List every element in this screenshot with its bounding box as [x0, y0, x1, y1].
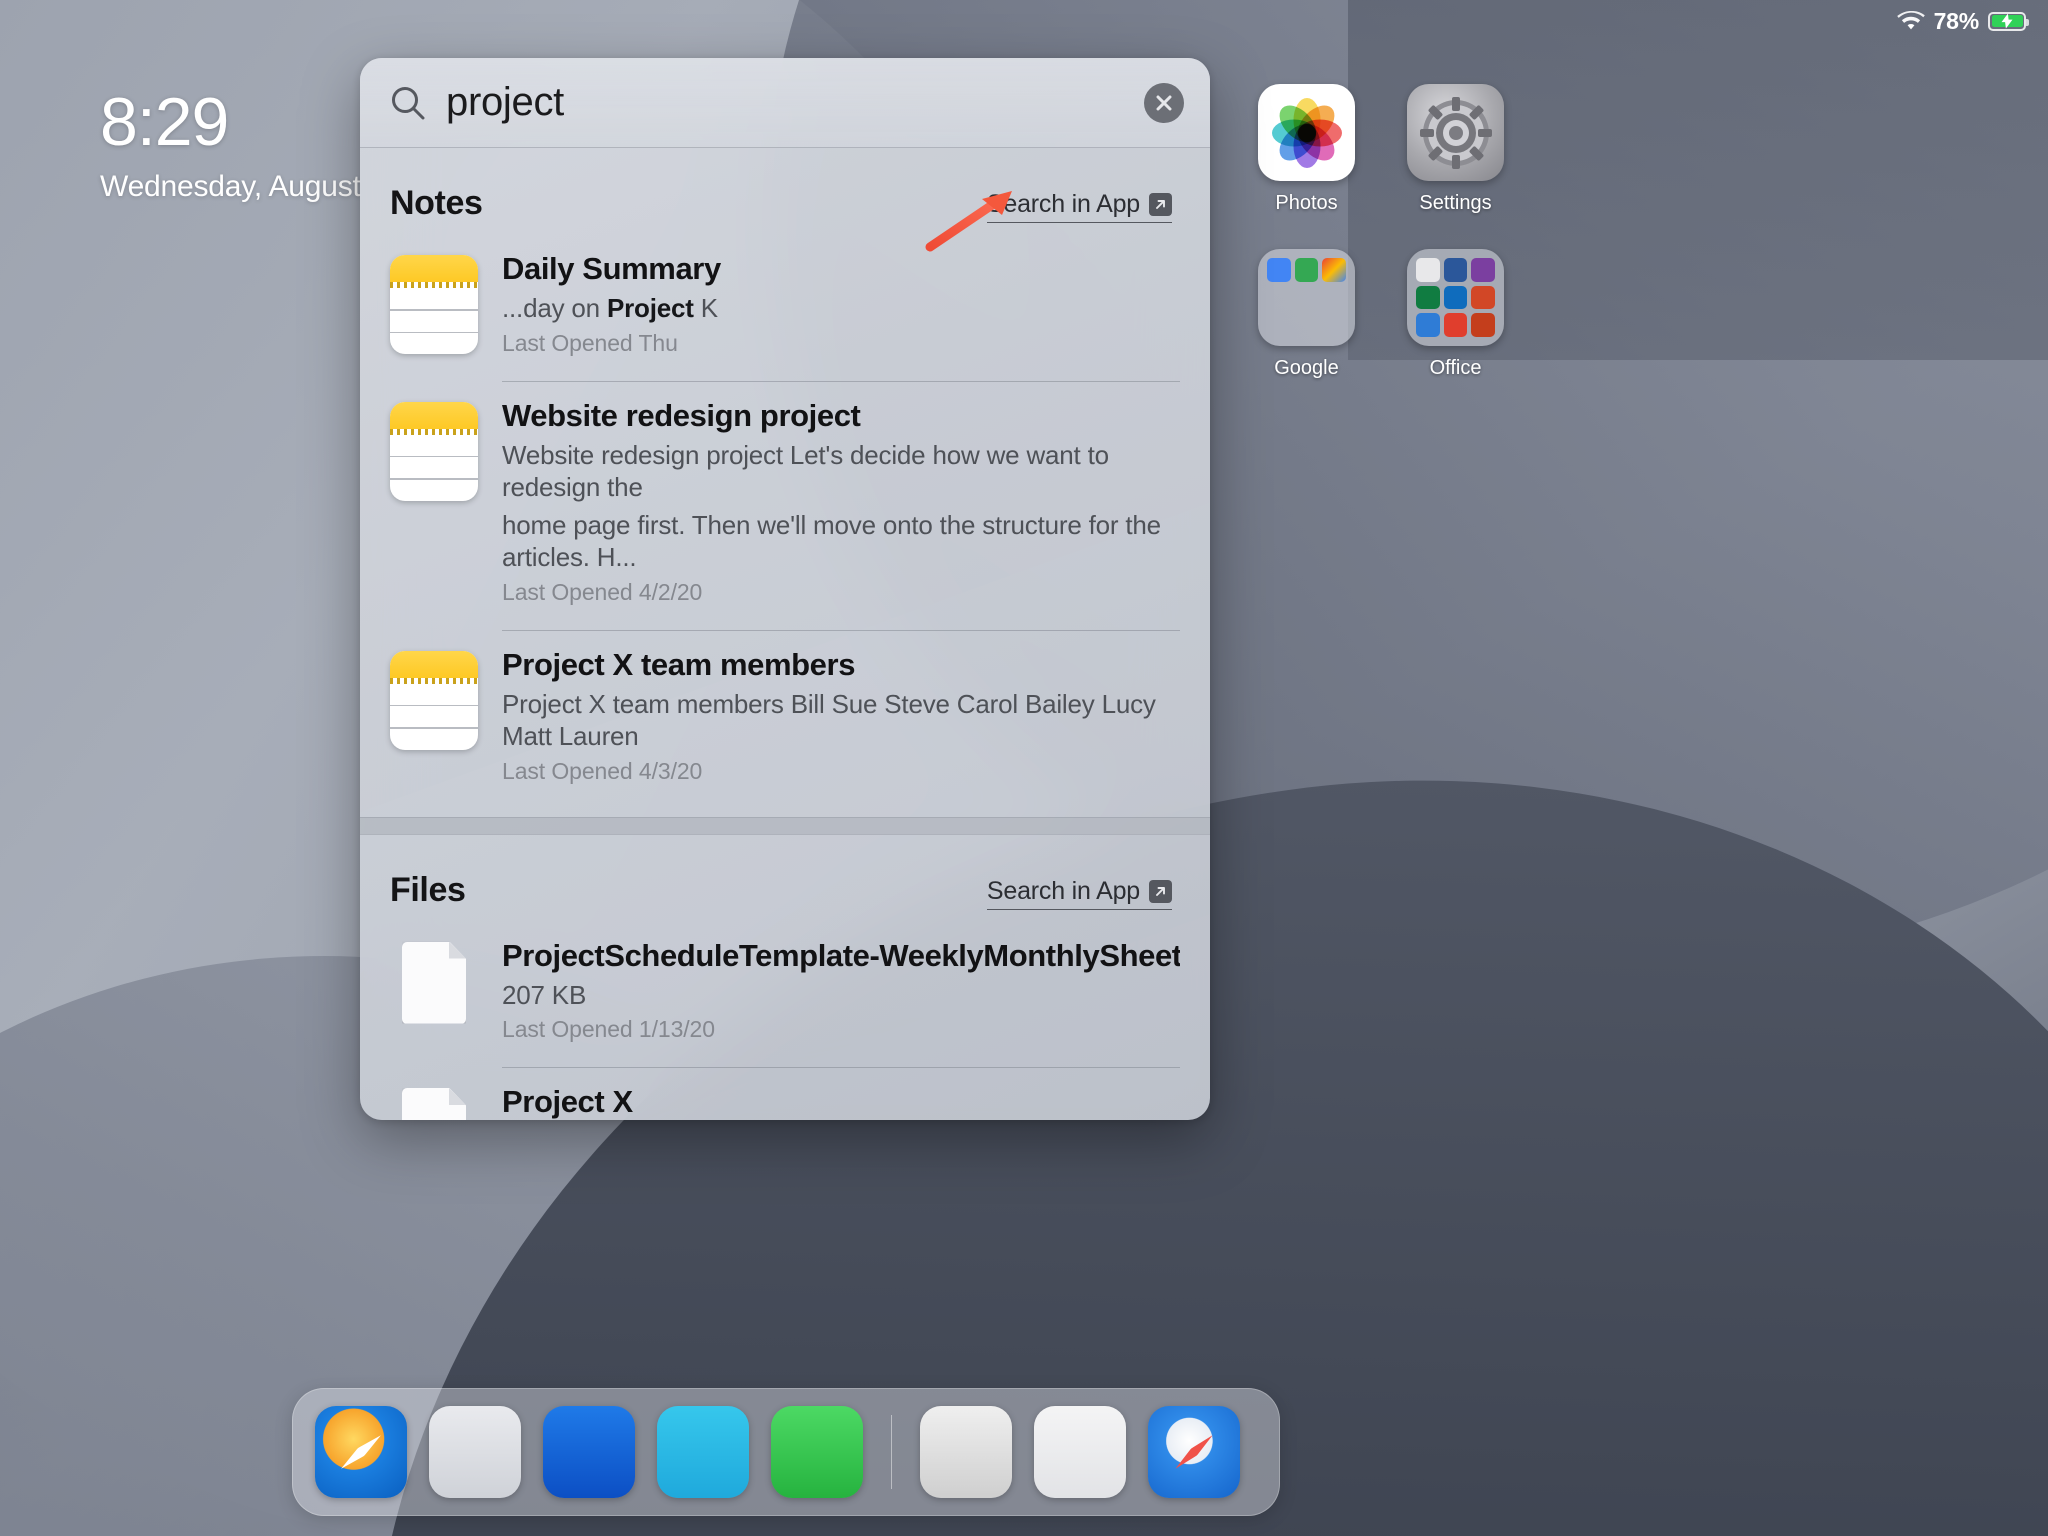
- wifi-icon: [1896, 10, 1925, 29]
- dock: [292, 1388, 1280, 1516]
- clear-search-button[interactable]: [1144, 82, 1184, 123]
- battery-charging-icon: [1988, 11, 2029, 31]
- home-app-grid: Photos Settings Google Office: [1258, 84, 1504, 414]
- app-label: Settings: [1419, 192, 1492, 214]
- app-folder-office[interactable]: Office: [1407, 249, 1504, 380]
- result-row-file-project-x[interactable]: Project X 30 KB Last Opened 8/19/19: [360, 1076, 1210, 1120]
- office-folder-icon: [1407, 249, 1504, 346]
- photos-icon: [1258, 84, 1355, 181]
- notes-app-icon: [390, 647, 478, 809]
- result-snippet: ...day on Project K: [502, 292, 1180, 325]
- app-photos[interactable]: Photos: [1258, 84, 1355, 215]
- dock-divider: [891, 1415, 892, 1489]
- app-row-2: Google Office: [1258, 249, 1504, 380]
- app-settings[interactable]: Settings: [1407, 84, 1504, 215]
- snippet-prefix: ...day on: [502, 293, 607, 323]
- search-bar[interactable]: project: [360, 58, 1210, 148]
- search-in-app-label: Search in App: [986, 190, 1140, 218]
- app-row-1: Photos Settings: [1258, 84, 1504, 215]
- clock-widget: 8:29 Wednesday, August: [100, 88, 361, 204]
- result-title: Project X: [502, 1084, 633, 1119]
- section-header-files: Files Search in App: [360, 835, 1210, 930]
- music-dock-icon[interactable]: [920, 1406, 1012, 1498]
- google-folder-icon: [1258, 249, 1355, 346]
- external-link-icon: [1149, 879, 1172, 903]
- section-divider: [360, 816, 1210, 835]
- result-title: Daily Summary: [502, 251, 721, 286]
- search-in-app-files-button[interactable]: Search in App: [986, 876, 1172, 910]
- clock-date: Wednesday, August: [100, 170, 361, 203]
- safari-dock-icon[interactable]: [315, 1406, 407, 1498]
- clear-circle-icon: [1156, 95, 1172, 110]
- notes-app-icon: [390, 398, 478, 631]
- result-title: Website redesign project: [502, 397, 861, 433]
- result-snippet-line-2: home page first. Then we'll move onto th…: [502, 509, 1161, 573]
- section-header-notes: Notes Search in App: [360, 148, 1210, 243]
- search-icon: [392, 86, 425, 119]
- spotlight-search-panel: project Notes Search in App Daily Summar…: [360, 58, 1210, 1120]
- file-document-icon: [390, 1084, 478, 1120]
- search-in-app-label: Search in App: [986, 876, 1140, 905]
- app-label: Office: [1429, 357, 1482, 379]
- battery-percent-label: 78%: [1933, 7, 1980, 34]
- section-title: Files: [390, 870, 466, 909]
- app-label: Photos: [1275, 192, 1338, 214]
- result-snippet-line-1: Website redesign project Let's decide ho…: [502, 439, 1109, 503]
- safari-right-dock-icon[interactable]: [1148, 1406, 1240, 1498]
- notes-app-icon: [390, 251, 478, 382]
- search-in-app-notes-button[interactable]: Search in App: [986, 190, 1172, 223]
- search-input[interactable]: project: [390, 80, 1144, 125]
- result-row-note-daily-summary[interactable]: Daily Summary ...day on Project K Last O…: [360, 243, 1210, 390]
- result-row-note-website-redesign[interactable]: Website redesign project Website redesig…: [360, 390, 1210, 639]
- facetime-dock-icon[interactable]: [771, 1406, 863, 1498]
- messages-dock-icon[interactable]: [657, 1406, 749, 1498]
- snippet-suffix: K: [693, 293, 718, 323]
- status-bar: 78%: [1896, 0, 2048, 42]
- app-label: Google: [1274, 357, 1339, 379]
- search-results-list[interactable]: Notes Search in App Daily Summary ...day…: [360, 148, 1210, 1120]
- result-snippet: Project X team members Bill Sue Steve Ca…: [502, 688, 1156, 752]
- mail-dock-icon[interactable]: [543, 1406, 635, 1498]
- clock-time: 8:29: [100, 84, 229, 160]
- settings-gear-icon: [1407, 84, 1504, 181]
- file-document-icon: [390, 938, 478, 1069]
- result-row-file-project-schedule-template[interactable]: ProjectScheduleTemplate-WeeklyMonthlyShe…: [360, 930, 1210, 1077]
- result-meta: Last Opened 1/13/20: [502, 1016, 715, 1042]
- files-dock-icon[interactable]: [429, 1406, 521, 1498]
- result-title: Project X team members: [502, 646, 856, 682]
- section-title: Notes: [390, 184, 483, 222]
- result-title: ProjectScheduleTemplate-WeeklyMonthlyShe…: [502, 937, 1180, 973]
- notes-dock-icon[interactable]: [1034, 1406, 1126, 1498]
- snippet-match: Project: [606, 293, 694, 323]
- result-row-note-project-x-team[interactable]: Project X team members Project X team me…: [360, 639, 1210, 817]
- external-link-icon: [1149, 193, 1172, 216]
- app-folder-google[interactable]: Google: [1258, 249, 1355, 380]
- result-meta: Last Opened 4/3/20: [502, 757, 703, 784]
- result-file-size: 207 KB: [502, 979, 587, 1010]
- result-meta: Last Opened 4/2/20: [502, 578, 703, 605]
- result-meta: Last Opened Thu: [502, 329, 678, 356]
- search-query-text: project: [446, 80, 564, 124]
